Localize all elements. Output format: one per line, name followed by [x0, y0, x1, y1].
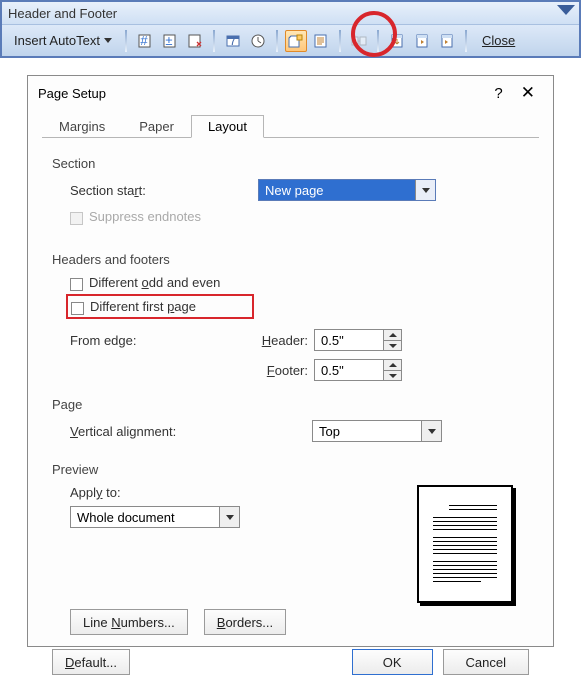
default-button[interactable]: Default...	[52, 649, 130, 675]
toolbar-buttons-row: Insert AutoText # ± 7 Close	[2, 24, 579, 56]
svg-text:±: ±	[165, 33, 172, 48]
vertical-alignment-label: Vertical alignment:	[70, 424, 312, 439]
svg-text:7: 7	[229, 33, 236, 48]
suppress-endnotes-label: Suppress endnotes	[89, 209, 201, 224]
suppress-endnotes-checkbox	[70, 212, 83, 225]
dialog-title-text: Page Setup	[38, 86, 106, 101]
footer-edge-row: Footer: 0.5"	[70, 359, 529, 381]
chevron-down-icon	[219, 507, 239, 527]
toolbar-options-dropdown-icon[interactable]	[557, 5, 575, 15]
svg-text:#: #	[140, 33, 148, 48]
preview-row: Apply to: Whole document	[70, 485, 529, 603]
separator	[465, 30, 467, 52]
insert-autotext-dropdown[interactable]: Insert AutoText	[8, 31, 118, 50]
toolbar: Header and Footer Insert AutoText # ± 7	[2, 2, 579, 56]
separator	[377, 30, 379, 52]
insert-number-of-pages-button[interactable]: ±	[159, 30, 181, 52]
from-edge-label: From edge:	[70, 333, 258, 348]
different-odd-even-checkbox[interactable]	[70, 278, 83, 291]
page-setup-button[interactable]	[285, 30, 307, 52]
borders-button[interactable]: Borders...	[204, 609, 286, 635]
page-group-label: Page	[52, 397, 529, 412]
spin-down-icon[interactable]	[384, 340, 401, 350]
tab-strip: Margins Paper Layout	[42, 114, 539, 138]
separator	[125, 30, 127, 52]
separator	[213, 30, 215, 52]
different-first-page-label: Different first page	[90, 299, 196, 314]
apply-to-select[interactable]: Whole document	[70, 506, 240, 528]
close-toolbar-button[interactable]: Close	[478, 31, 519, 50]
different-odd-even-label: Different odd and even	[89, 275, 220, 290]
apply-to-value: Whole document	[71, 510, 219, 525]
insert-page-number-button[interactable]: #	[134, 30, 156, 52]
footer-value: 0.5"	[315, 363, 383, 378]
close-label: Close	[482, 33, 515, 48]
spin-up-icon[interactable]	[384, 330, 401, 340]
vertical-alignment-value: Top	[313, 424, 421, 439]
close-button[interactable]: ✕	[513, 83, 543, 103]
insert-autotext-label: Insert AutoText	[14, 33, 100, 48]
toolbar-title-text: Header and Footer	[8, 6, 117, 21]
layout-panel: Section Section start: New page Suppress…	[42, 138, 539, 681]
page-setup-dialog: Page Setup ? ✕ Margins Paper Layout Sect…	[27, 75, 554, 647]
insert-time-button[interactable]	[247, 30, 269, 52]
tab-paper[interactable]: Paper	[122, 115, 191, 138]
separator	[276, 30, 278, 52]
help-button[interactable]: ?	[484, 85, 512, 102]
annotation-highlight-box: Different first page	[66, 294, 254, 319]
different-first-page-checkbox[interactable]	[71, 302, 84, 315]
switch-header-footer-button[interactable]	[386, 30, 408, 52]
dialog-footer: Default... OK Cancel	[52, 649, 529, 675]
vertical-alignment-row: Vertical alignment: Top	[70, 420, 529, 442]
spin-up-icon[interactable]	[384, 360, 401, 370]
line-numbers-button[interactable]: Line Numbers...	[70, 609, 188, 635]
insert-date-button[interactable]: 7	[222, 30, 244, 52]
header-footer-toolbar-window: Header and Footer Insert AutoText # ± 7	[0, 0, 581, 58]
section-start-label: Section start:	[70, 183, 258, 198]
show-next-button[interactable]	[436, 30, 458, 52]
ok-button[interactable]: OK	[352, 649, 433, 675]
section-start-row: Section start: New page	[70, 179, 529, 201]
from-edge-row: From edge: Header: 0.5"	[70, 329, 529, 351]
spin-down-icon[interactable]	[384, 370, 401, 380]
chevron-down-icon	[421, 421, 441, 441]
footer-label: Footer:	[258, 363, 314, 378]
header-spin[interactable]: 0.5"	[314, 329, 402, 351]
header-value: 0.5"	[315, 333, 383, 348]
section-start-value: New page	[259, 183, 415, 198]
header-label: Header:	[258, 333, 314, 348]
footer-spin[interactable]: 0.5"	[314, 359, 402, 381]
suppress-endnotes-row: Suppress endnotes	[70, 209, 529, 224]
toolbar-title-bar[interactable]: Header and Footer	[2, 2, 579, 24]
preview-group-label: Preview	[52, 462, 529, 477]
vertical-alignment-select[interactable]: Top	[312, 420, 442, 442]
tab-margins[interactable]: Margins	[42, 115, 122, 138]
cancel-button[interactable]: Cancel	[443, 649, 529, 675]
same-as-previous-button	[348, 30, 370, 52]
show-hide-document-text-button[interactable]	[310, 30, 332, 52]
show-previous-button[interactable]	[411, 30, 433, 52]
format-page-number-button[interactable]	[184, 30, 206, 52]
headers-footers-group-label: Headers and footers	[52, 252, 529, 267]
chevron-down-icon	[104, 38, 112, 43]
dialog-title-bar[interactable]: Page Setup ? ✕	[28, 76, 553, 110]
tab-layout[interactable]: Layout	[191, 115, 264, 138]
apply-to-label: Apply to:	[70, 485, 417, 500]
different-first-page-container: Different first page	[70, 292, 529, 319]
page-preview	[417, 485, 513, 603]
dialog-body: Margins Paper Layout Section Section sta…	[28, 110, 553, 693]
chevron-down-icon	[415, 180, 435, 200]
extras-row: Line Numbers... Borders...	[70, 609, 529, 635]
different-odd-even-row[interactable]: Different odd and even	[70, 275, 529, 290]
section-group-label: Section	[52, 156, 529, 171]
separator	[339, 30, 341, 52]
section-start-select[interactable]: New page	[258, 179, 436, 201]
